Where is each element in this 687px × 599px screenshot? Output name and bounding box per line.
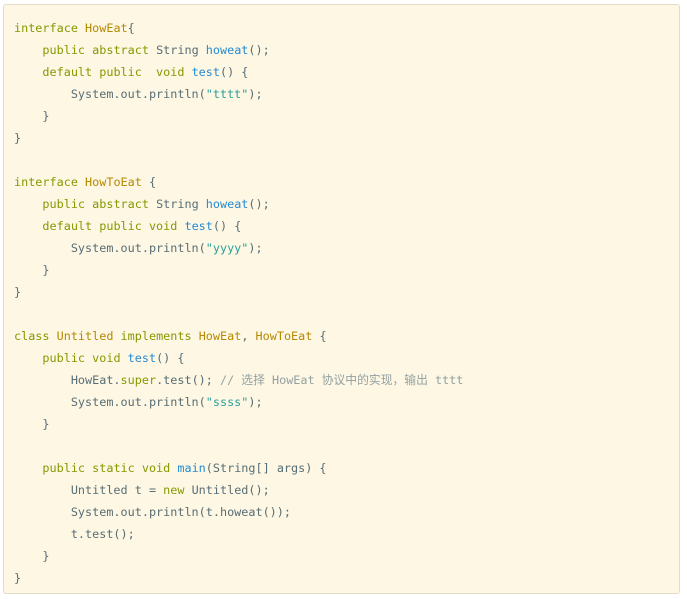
code-token-plain: { [312, 329, 327, 343]
code-token-plain: String [156, 43, 206, 57]
code-token-kw: super [120, 373, 157, 387]
code-token-plain: } [14, 549, 50, 563]
code-token-plain: } [14, 417, 50, 431]
code-line: } [14, 545, 463, 567]
code-token-plain: } [14, 109, 50, 123]
code-token-plain: () { [220, 65, 249, 79]
code-token-fn: main [177, 461, 206, 475]
code-token-cls: HowToEat [255, 329, 313, 343]
code-token-plain: { [141, 175, 157, 189]
code-content: interface HowEat{ public abstract String… [14, 17, 463, 589]
code-token-plain: ); [248, 241, 263, 255]
code-token-kw: class [14, 329, 57, 343]
code-token-kw: public static void [42, 461, 178, 475]
code-line: Untitled t = new Untitled(); [14, 479, 463, 501]
code-token-plain: ); [248, 395, 263, 409]
code-line: } [14, 259, 463, 281]
code-token-plain: Untitled(); [191, 483, 270, 497]
code-line: public static void main(String[] args) { [14, 457, 463, 479]
code-line: default public void test() { [14, 215, 463, 237]
code-block: interface HowEat{ public abstract String… [3, 4, 680, 594]
code-token-kw: interface [14, 21, 86, 35]
code-line: ​ [14, 435, 463, 457]
code-token-plain: () { [212, 219, 242, 233]
code-token-plain: } [14, 131, 22, 145]
code-token-kw: public abstract [42, 43, 157, 57]
code-line: public abstract String howeat(); [14, 39, 463, 61]
code-line: System.out.println("tttt"); [14, 83, 463, 105]
code-token-plain: System.out.println( [14, 87, 206, 101]
code-token-str: "ssss" [205, 395, 249, 409]
code-line: interface HowToEat { [14, 171, 463, 193]
code-line: default public void test() { [14, 61, 463, 83]
code-token-plain: } [14, 263, 50, 277]
code-token-cls: HowToEat [85, 175, 142, 189]
code-token-str: "tttt" [205, 87, 249, 101]
code-token-cls: Untitled [56, 329, 114, 343]
code-token-plain: System.out.println( [14, 395, 206, 409]
code-token-plain: String [156, 197, 206, 211]
code-token-plain: System.out.println(t.howeat()); [14, 505, 291, 519]
code-token-plain: .test(); [156, 373, 220, 387]
code-line: } [14, 413, 463, 435]
code-line: } [14, 567, 463, 589]
code-token-cmt: // 选择 HowEat 协议中的实现，输出 tttt [219, 373, 464, 387]
code-token-plain: } [14, 571, 22, 585]
code-token-cls: HowEat [85, 21, 128, 35]
code-token-plain: () { [156, 351, 185, 365]
code-token-kw: implements [113, 329, 199, 343]
code-token-plain: , [241, 329, 256, 343]
code-token-fn: howeat [205, 197, 249, 211]
code-line: ​ [14, 303, 463, 325]
code-token-str: "yyyy" [205, 241, 249, 255]
code-token-fn: test [191, 65, 220, 79]
code-line: interface HowEat{ [14, 17, 463, 39]
code-line: System.out.println("yyyy"); [14, 237, 463, 259]
code-token-plain: (String[] args) { [205, 461, 327, 475]
code-token-kw: public abstract [42, 197, 157, 211]
code-token-fn: test [127, 351, 157, 365]
code-token-fn: test [184, 219, 213, 233]
code-token-kw: interface [14, 175, 86, 189]
code-token-kw: public void [42, 351, 128, 365]
code-line: HowEat.super.test(); // 选择 HowEat 协议中的实现… [14, 369, 464, 391]
code-line: t.test(); [14, 523, 463, 545]
code-token-kw: default public void [42, 219, 185, 233]
code-line: class Untitled implements HowEat, HowToE… [14, 325, 463, 347]
code-token-kw: default public void [42, 65, 192, 79]
code-token-plain: HowEat. [14, 373, 121, 387]
code-token-cls: HowEat [198, 329, 242, 343]
code-token-plain: } [14, 285, 22, 299]
code-token-plain: (); [248, 197, 270, 211]
code-line: } [14, 127, 463, 149]
code-line: System.out.println(t.howeat()); [14, 501, 463, 523]
code-token-plain: { [127, 21, 135, 35]
code-token-fn: howeat [205, 43, 249, 57]
code-token-plain: t.test(); [14, 527, 135, 541]
code-line: public void test() { [14, 347, 463, 369]
code-token-plain: (); [248, 43, 270, 57]
code-line: ​ [14, 149, 463, 171]
code-line: } [14, 281, 463, 303]
code-token-plain: ); [248, 87, 263, 101]
code-token-plain: System.out.println( [14, 241, 206, 255]
code-token-plain: Untitled t = [14, 483, 164, 497]
code-token-kw: new [163, 483, 192, 497]
code-line: } [14, 105, 463, 127]
code-line: public abstract String howeat(); [14, 193, 463, 215]
code-line: System.out.println("ssss"); [14, 391, 463, 413]
